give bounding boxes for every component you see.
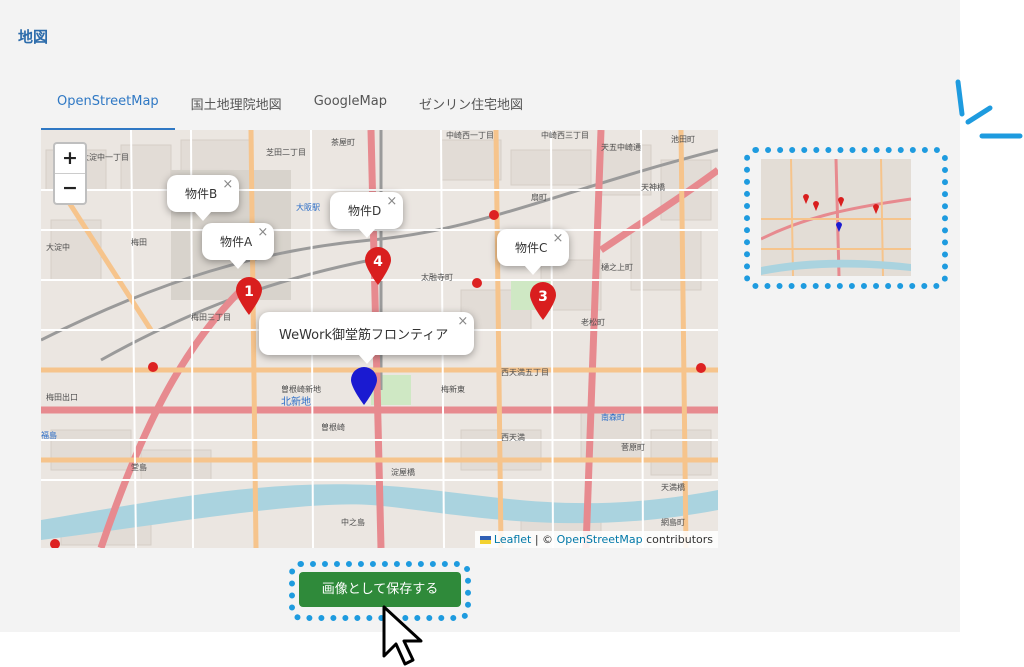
attribution-separator: | © bbox=[534, 533, 554, 546]
popup-property-a[interactable]: 物件A × bbox=[202, 223, 275, 269]
map-label: 大阪駅 bbox=[296, 202, 320, 212]
map-label: 大淀中 bbox=[46, 242, 70, 252]
map-label: 中之島 bbox=[341, 517, 365, 527]
map-tabs: OpenStreetMap 国土地理院地図 GoogleMap ゼンリン住宅地図 bbox=[41, 88, 539, 131]
saved-map-thumbnail bbox=[761, 159, 911, 276]
popup-label: 物件C bbox=[515, 241, 548, 255]
attribution-contributors: contributors bbox=[646, 533, 713, 546]
map-label: 曽根崎新地 bbox=[281, 384, 321, 394]
zoom-control: + − bbox=[53, 142, 87, 205]
mouse-cursor-icon bbox=[382, 605, 423, 666]
svg-text:4: 4 bbox=[373, 254, 383, 270]
map-label: 網島町 bbox=[661, 517, 685, 527]
popup-property-d[interactable]: 物件D × bbox=[330, 192, 404, 238]
tab-zenrin-map[interactable]: ゼンリン住宅地図 bbox=[403, 88, 539, 128]
map-label: 天満橋 bbox=[661, 482, 685, 492]
close-icon[interactable]: × bbox=[552, 231, 563, 246]
popup-property-c[interactable]: 物件C × bbox=[497, 229, 570, 275]
office-location-marker[interactable] bbox=[349, 366, 379, 406]
zoom-in-button[interactable]: + bbox=[55, 144, 85, 173]
map-label: 南森町 bbox=[601, 412, 625, 422]
svg-text:1: 1 bbox=[244, 284, 254, 300]
map-view[interactable]: 大淀中一丁目 芝田二丁目 茶屋町 中崎西一丁目 中崎西三丁目 池田町 天神橋 大… bbox=[41, 130, 718, 548]
close-icon[interactable]: × bbox=[257, 225, 268, 240]
save-as-image-button[interactable]: 画像として保存する bbox=[299, 572, 461, 607]
tab-openstreetmap[interactable]: OpenStreetMap bbox=[41, 88, 175, 131]
map-label: 天神橋 bbox=[641, 182, 665, 192]
map-label: 天五中崎通 bbox=[601, 142, 641, 152]
close-icon[interactable]: × bbox=[386, 194, 397, 209]
map-label: 梅田 bbox=[131, 237, 147, 247]
zoom-out-button[interactable]: − bbox=[55, 173, 85, 203]
close-icon[interactable]: × bbox=[222, 177, 233, 192]
map-label: 梅田出口 bbox=[46, 392, 78, 402]
popup-label: WeWork御堂筋フロンティア bbox=[279, 328, 449, 343]
close-icon[interactable]: × bbox=[457, 314, 468, 329]
map-label: 北新地 bbox=[281, 395, 311, 408]
popup-office[interactable]: WeWork御堂筋フロンティア × bbox=[259, 312, 475, 364]
map-label: 老松町 bbox=[581, 317, 605, 327]
thumbnail-map-image bbox=[761, 159, 911, 276]
popup-property-b[interactable]: 物件B × bbox=[167, 175, 240, 221]
map-attribution: Leaflet | © OpenStreetMap contributors bbox=[474, 531, 718, 548]
map-label: 池田町 bbox=[671, 134, 695, 144]
svg-text:3: 3 bbox=[538, 289, 548, 305]
map-label: 中崎西三丁目 bbox=[541, 130, 589, 140]
map-label: 太融寺町 bbox=[421, 272, 453, 282]
sparkle-accent-icon bbox=[955, 79, 1023, 139]
map-label: 福島 bbox=[41, 430, 57, 440]
map-label: 扇町 bbox=[531, 192, 547, 202]
popup-label: 物件D bbox=[348, 204, 382, 218]
section-title: 地図 bbox=[18, 28, 49, 46]
leaflet-link[interactable]: Leaflet bbox=[494, 533, 531, 546]
map-marker-3[interactable]: 3 bbox=[528, 281, 558, 321]
map-label: 菅原町 bbox=[621, 442, 645, 452]
map-label: 西天満五丁目 bbox=[501, 368, 549, 377]
map-label: 梅新東 bbox=[441, 384, 465, 394]
tab-gsi-map[interactable]: 国土地理院地図 bbox=[175, 88, 298, 128]
map-marker-4[interactable]: 4 bbox=[363, 246, 393, 286]
osm-link[interactable]: OpenStreetMap bbox=[557, 533, 643, 546]
map-label: 中崎西一丁目 bbox=[446, 130, 494, 140]
tab-googlemap[interactable]: GoogleMap bbox=[298, 88, 403, 128]
map-label: 茶屋町 bbox=[331, 137, 355, 147]
map-label: 樋之上町 bbox=[601, 262, 633, 272]
map-label: 堂島 bbox=[131, 462, 147, 472]
map-label: 西天満 bbox=[501, 433, 525, 442]
map-label: 梅田三丁目 bbox=[191, 312, 231, 322]
map-marker-1[interactable]: 1 bbox=[234, 276, 264, 316]
map-label: 大淀中一丁目 bbox=[81, 152, 129, 162]
popup-label: 物件A bbox=[220, 235, 253, 249]
map-label: 淀屋橋 bbox=[391, 467, 415, 477]
popup-label: 物件B bbox=[185, 187, 218, 201]
map-label: 芝田二丁目 bbox=[266, 147, 306, 157]
map-section-panel: 地図 OpenStreetMap 国土地理院地図 GoogleMap ゼンリン住… bbox=[0, 0, 960, 632]
map-label: 曽根崎 bbox=[321, 422, 345, 432]
ukraine-flag-icon bbox=[479, 536, 491, 544]
